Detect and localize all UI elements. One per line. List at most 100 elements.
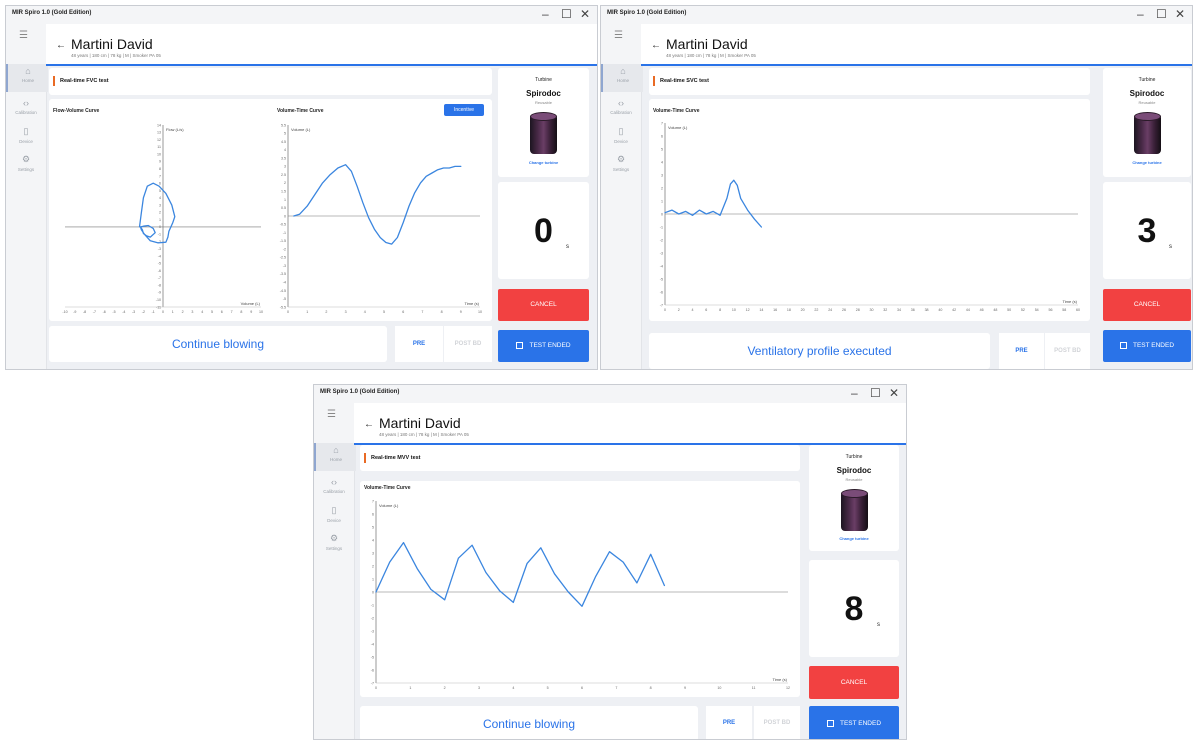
x-tick-label: 60 [1076, 308, 1080, 312]
x-tick-label: 56 [1048, 308, 1052, 312]
close-button[interactable]: ✕ [1175, 7, 1185, 21]
y-tick-label: -7 [371, 681, 374, 685]
menu-icon[interactable]: ☰ [19, 30, 28, 41]
sidebar-item-home[interactable]: ⌂ Home [601, 64, 643, 92]
x-tick-label: 5 [547, 686, 549, 690]
sidebar-item-device[interactable]: ▯ Device [601, 124, 641, 152]
y-tick-label: 2 [661, 186, 663, 190]
x-tick-label: 2 [325, 310, 327, 314]
cancel-button[interactable]: CANCEL [809, 666, 899, 699]
y-tick-label: 14 [157, 123, 161, 127]
y-tick-label: 2 [159, 211, 161, 215]
x-tick-label: 52 [1021, 308, 1025, 312]
pre-button[interactable]: PRE [999, 333, 1044, 369]
minimize-button[interactable]: – [1137, 7, 1144, 21]
x-tick-label: 46 [980, 308, 984, 312]
sidebar-item-device[interactable]: ▯ Device [6, 124, 46, 152]
sidebar-item-calibration[interactable]: ‹› Calibration [6, 96, 46, 124]
test-ended-button[interactable]: TEST ENDED [498, 330, 589, 362]
status-message: Continue blowing [49, 337, 387, 351]
x-tick-label: 9 [684, 686, 686, 690]
change-turbine-link[interactable]: Change turbine [498, 160, 589, 165]
x-tick-label: 3 [345, 310, 347, 314]
test-title-card: Real-time FVC test [49, 68, 492, 95]
test-ended-button[interactable]: TEST ENDED [809, 706, 899, 739]
y-tick-label: -5 [283, 297, 286, 301]
minimize-button[interactable]: – [542, 7, 549, 21]
y-tick-label: -2 [283, 247, 286, 251]
sidebar-item-calibration[interactable]: ‹› Calibration [314, 475, 354, 503]
x-tick-label: 9 [460, 310, 462, 314]
x-tick-label: 16 [773, 308, 777, 312]
x-tick-label: 38 [925, 308, 929, 312]
window-mvv: MIR Spiro 1.0 (Gold Edition) – ☐ ✕ ☰ ⌂ Ho… [313, 384, 907, 740]
pre-button[interactable]: PRE [706, 706, 752, 739]
maximize-button[interactable]: ☐ [870, 386, 881, 400]
sidebar-item-settings[interactable]: ⚙ Settings [6, 152, 46, 180]
sidebar-item-home[interactable]: ⌂ Home [6, 64, 48, 92]
sidebar-item-calibration[interactable]: ‹› Calibration [601, 96, 641, 124]
x-tick-label: -1 [152, 310, 155, 314]
menu-icon[interactable]: ☰ [614, 30, 623, 41]
y-tick-label: -1 [660, 225, 663, 229]
x-tick-label: -7 [93, 310, 96, 314]
sidebar-item-settings[interactable]: ⚙ Settings [601, 152, 641, 180]
y-tick-label: -3 [660, 251, 663, 255]
y-tick-label: -2 [660, 238, 663, 242]
y-tick-label: 5.5 [281, 123, 286, 127]
incentive-button[interactable]: Incentive [444, 104, 484, 116]
y-tick-label: -1 [283, 231, 286, 235]
y-tick-label: 1 [372, 577, 374, 581]
cancel-button[interactable]: CANCEL [498, 289, 589, 321]
app-title: MIR Spiro 1.0 (Gold Edition) [607, 10, 687, 16]
back-arrow-icon[interactable]: ← [651, 40, 661, 51]
back-arrow-icon[interactable]: ← [364, 419, 374, 430]
x-tick-label: 26 [842, 308, 846, 312]
volume-time-title: Volume-Time Curve [653, 108, 700, 114]
maximize-button[interactable]: ☐ [561, 7, 572, 21]
sidebar-item-home[interactable]: ⌂ Home [314, 443, 356, 471]
x-tick-label: 0 [375, 686, 377, 690]
close-button[interactable]: ✕ [889, 386, 899, 400]
x-tick-label: 12 [786, 686, 790, 690]
change-turbine-link[interactable]: Change turbine [809, 536, 899, 541]
x-tick-label: 18 [787, 308, 791, 312]
y-tick-label: -2 [371, 616, 374, 620]
y-tick-label: 1 [284, 198, 286, 202]
back-arrow-icon[interactable]: ← [56, 40, 66, 51]
title-bar: MIR Spiro 1.0 (Gold Edition) – ☐ ✕ [314, 385, 906, 403]
post-bd-button[interactable]: POST BD [754, 706, 800, 739]
x-tick-label: 8 [441, 310, 443, 314]
stop-icon [516, 341, 524, 349]
test-ended-button[interactable]: TEST ENDED [1103, 330, 1191, 362]
x-tick-label: 54 [1035, 308, 1039, 312]
x-tick-label: -9 [73, 310, 76, 314]
sidebar-item-settings[interactable]: ⚙ Settings [314, 531, 354, 559]
y-tick-label: -5 [158, 262, 161, 266]
minimize-button[interactable]: – [851, 386, 858, 400]
title-bar: MIR Spiro 1.0 (Gold Edition) – ☐ ✕ [6, 6, 597, 24]
x-tick-label: 48 [993, 308, 997, 312]
maximize-button[interactable]: ☐ [1156, 7, 1167, 21]
y-tick-label: 8 [159, 167, 161, 171]
y-tick-label: 3 [372, 551, 374, 555]
y-tick-label: 4 [159, 196, 161, 200]
sidebar-item-device[interactable]: ▯ Device [314, 503, 354, 531]
y-tick-label: 2 [284, 181, 286, 185]
flow-volume-chart: 14131211109876543210-1-2-3-4-5-6-7-8-9-1… [62, 123, 263, 314]
close-button[interactable]: ✕ [580, 7, 590, 21]
menu-icon[interactable]: ☰ [327, 409, 336, 420]
post-bd-button[interactable]: POST BD [1045, 333, 1090, 369]
post-bd-button[interactable]: POST BD [444, 326, 492, 362]
x-tick-label: 6 [402, 310, 404, 314]
y-tick-label: -9 [158, 291, 161, 295]
test-title-card: Real-time SVC test [649, 68, 1090, 95]
timer-card: 3 s [1103, 182, 1191, 279]
pre-button[interactable]: PRE [395, 326, 443, 362]
cancel-button[interactable]: CANCEL [1103, 289, 1191, 321]
x-tick-label: 6 [221, 310, 223, 314]
chart-card: Volume-Time Curve 7 6 5 4 3 2 1 0 -1 -2 -3 -4 -5 -6 -7… [360, 481, 800, 697]
y-tick-label: 12 [157, 138, 161, 142]
change-turbine-link[interactable]: Change turbine [1103, 160, 1191, 165]
x-tick-label: 3 [191, 310, 193, 314]
